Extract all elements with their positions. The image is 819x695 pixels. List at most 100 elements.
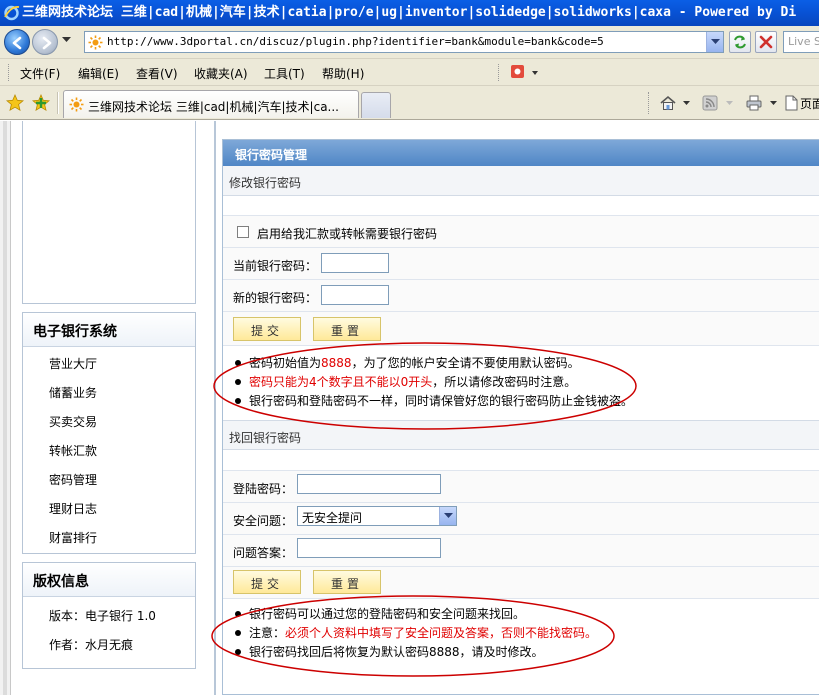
tab-separator	[57, 92, 59, 114]
add-favorite-icon[interactable]	[32, 94, 50, 112]
chevron-down-icon	[444, 513, 453, 518]
version-line: 版本：电子银行 1.0	[23, 597, 195, 626]
back-button[interactable]	[4, 29, 30, 55]
bullet-icon	[235, 629, 241, 636]
menu-file[interactable]: 文件(F)	[20, 65, 60, 82]
answer-input[interactable]	[297, 538, 441, 558]
sidebar-item-log[interactable]: 理财日志	[23, 492, 195, 521]
favorites-star-icon[interactable]	[6, 94, 24, 112]
feeds-dropdown-icon[interactable]	[726, 101, 733, 106]
select-dropdown-button[interactable]	[439, 507, 456, 525]
history-dropdown-icon[interactable]	[62, 37, 71, 43]
current-password-input[interactable]	[321, 253, 389, 273]
tab-bar: 三维网技术论坛 三维|cad|机械|汽车|技术|ca... 页面	[0, 86, 819, 120]
bullet-icon	[235, 378, 241, 385]
stop-x-icon	[759, 35, 773, 49]
author-value: 水月无痕	[85, 638, 134, 652]
sidebar-top-panel	[22, 121, 196, 304]
sidebar-item-trade[interactable]: 买卖交易	[23, 405, 195, 434]
spacer-row	[223, 451, 819, 471]
bullet-icon	[235, 610, 241, 617]
menu-bar: 文件(F) 编辑(E) 查看(V) 收藏夹(A) 工具(T) 帮助(H)	[0, 59, 819, 86]
menu-view[interactable]: 查看(V)	[136, 65, 178, 82]
refresh-button[interactable]	[729, 31, 751, 53]
menu-separator	[498, 64, 501, 81]
sidebar-divider	[214, 121, 216, 695]
sidebar-item-savings[interactable]: 储蓄业务	[23, 376, 195, 405]
change-password-notes: 密码初始值为8888，为了您的帐户安全请不要使用默认密码。 密码只能为4个数字且…	[223, 346, 819, 420]
toolbar-translate-button[interactable]	[510, 64, 540, 83]
print-icon[interactable]	[745, 95, 763, 111]
sidebar-item-password[interactable]: 密码管理	[23, 463, 195, 492]
site-favicon-icon	[69, 97, 84, 112]
enable-password-checkbox[interactable]	[237, 226, 249, 238]
login-password-input[interactable]	[297, 474, 441, 494]
site-favicon-icon	[88, 35, 103, 50]
note-password-difference: 银行密码和登陆密码不一样，同时请保管好您的银行密码防止金钱被盗。	[235, 392, 633, 409]
sidebar: 电子银行系统 营业大厅 储蓄业务 买卖交易 转帐汇款 密码管理 理财日志 财富排…	[12, 121, 213, 695]
print-dropdown-icon[interactable]	[770, 101, 777, 106]
security-question-value: 无安全提问	[302, 511, 363, 525]
new-password-row: 新的银行密码：	[223, 280, 819, 312]
sidebar-item-transfer[interactable]: 转帐汇款	[23, 434, 195, 463]
enable-password-row: 启用给我汇款或转帐需要银行密码	[223, 216, 819, 248]
toolbar-grip[interactable]	[8, 64, 11, 81]
answer-label: 问题答案：	[233, 546, 294, 560]
tab-active[interactable]: 三维网技术论坛 三维|cad|机械|汽车|技术|ca...	[63, 90, 359, 118]
page-content: 电子银行系统 营业大厅 储蓄业务 买卖交易 转帐汇款 密码管理 理财日志 财富排…	[0, 121, 819, 695]
menu-tools[interactable]: 工具(T)	[264, 65, 305, 82]
new-tab-button[interactable]	[361, 92, 391, 118]
page-menu-label[interactable]: 页面	[800, 95, 819, 112]
spacer-row	[223, 197, 819, 216]
version-label: 版本：	[49, 609, 86, 623]
copyright-panel: 版权信息 版本：电子银行 1.0 作者：水月无痕	[22, 562, 196, 669]
menu-edit[interactable]: 编辑(E)	[78, 65, 119, 82]
home-dropdown-icon[interactable]	[683, 101, 690, 106]
security-question-select[interactable]: 无安全提问	[297, 506, 457, 526]
home-icon[interactable]	[659, 95, 677, 111]
address-url[interactable]: http://www.3dportal.cn/discuz/plugin.php…	[107, 35, 604, 48]
recover-submit-button[interactable]: 提交	[233, 570, 301, 594]
submit-button[interactable]: 提交	[233, 317, 301, 341]
current-password-row: 当前银行密码：	[223, 248, 819, 280]
new-password-input[interactable]	[321, 285, 389, 305]
current-password-label: 当前银行密码：	[233, 259, 318, 273]
copyright-title: 版权信息	[23, 563, 195, 597]
sidebar-item-ranking[interactable]: 财富排行	[23, 521, 195, 550]
new-password-label: 新的银行密码：	[233, 291, 318, 305]
address-dropdown-button[interactable]	[706, 32, 723, 52]
login-password-label: 登陆密码：	[233, 482, 294, 496]
forward-button[interactable]	[32, 29, 58, 55]
version-value: 电子银行 1.0	[85, 609, 156, 623]
arrow-left-icon	[12, 36, 22, 50]
reset-button[interactable]: 重置	[313, 317, 381, 341]
stop-button[interactable]	[755, 31, 777, 53]
recover-password-section-title: 找回银行密码	[223, 420, 819, 450]
menu-favorites[interactable]: 收藏夹(A)	[194, 65, 248, 82]
page-menu-icon[interactable]	[784, 95, 799, 111]
menu-help[interactable]: 帮助(H)	[322, 65, 364, 82]
arrow-right-icon	[42, 36, 52, 50]
author-label: 作者：	[49, 638, 86, 652]
address-toolbar: http://www.3dportal.cn/discuz/plugin.php…	[0, 26, 819, 59]
window-title-bar[interactable]: 三维网技术论坛 三维|cad|机械|汽车|技术|catia|pro/e|ug|i…	[0, 0, 819, 26]
ie-logo-icon	[4, 5, 20, 21]
security-question-row: 安全问题： 无安全提问	[223, 503, 819, 535]
sidebar-item-hall[interactable]: 营业大厅	[23, 347, 195, 376]
bank-menu-title: 电子银行系统	[23, 313, 195, 347]
address-bar[interactable]: http://www.3dportal.cn/discuz/plugin.php…	[84, 31, 724, 53]
login-password-row: 登陆密码：	[223, 471, 819, 503]
bullet-icon	[235, 397, 241, 404]
search-input[interactable]: Live S	[783, 31, 819, 53]
bullet-icon	[235, 648, 241, 655]
note-password-rule: 密码只能为4个数字且不能以0开头，所以请修改密码时注意。	[235, 373, 576, 390]
recover-reset-button[interactable]: 重置	[313, 570, 381, 594]
answer-row: 问题答案：	[223, 535, 819, 567]
command-bar-grip[interactable]	[648, 92, 651, 114]
feeds-icon[interactable]	[702, 95, 718, 111]
panel-title: 银行密码管理	[223, 140, 819, 166]
recover-password-notes: 银行密码可以通过您的登陆密码和安全问题来找回。 注意：必须个人资料中填写了安全问…	[223, 599, 819, 689]
note-recover-requirement: 注意：必须个人资料中填写了安全问题及答案，否则不能找密码。	[235, 624, 597, 641]
tab-active-label: 三维网技术论坛 三维|cad|机械|汽车|技术|ca...	[88, 100, 339, 114]
note-recover-method: 银行密码可以通过您的登陆密码和安全问题来找回。	[235, 605, 525, 622]
